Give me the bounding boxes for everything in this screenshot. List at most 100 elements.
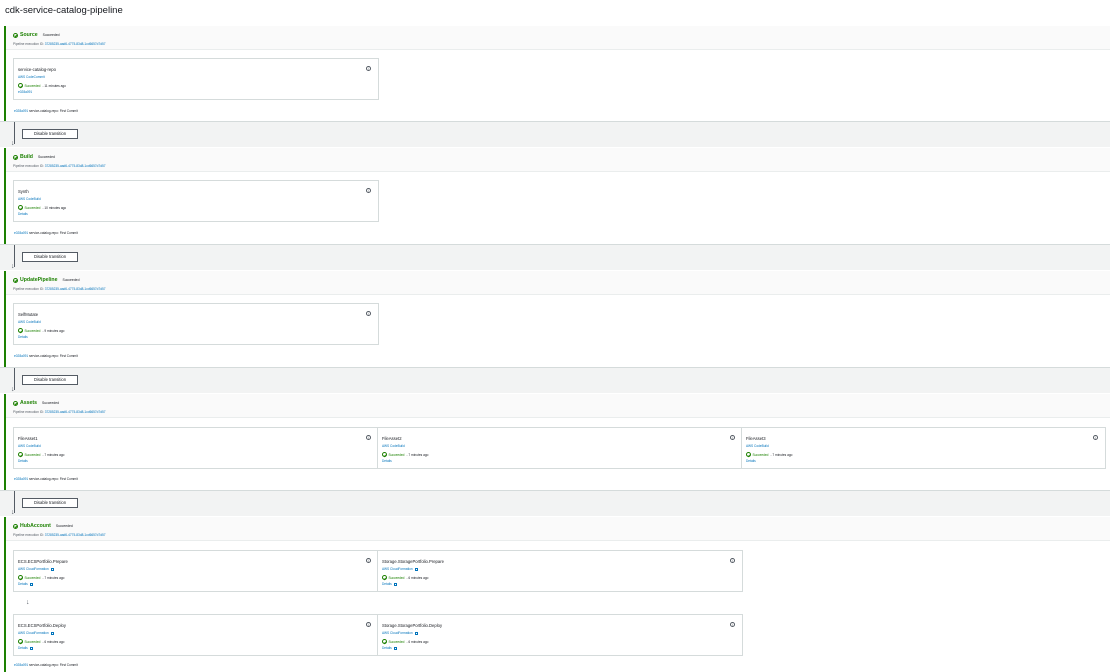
stage-header: HubAccount Succeeded Pipeline execution … xyxy=(6,517,1110,541)
stage-source: Source Succeeded Pipeline execution ID: … xyxy=(4,26,1110,121)
disable-transition-button[interactable]: Disable transition xyxy=(22,498,78,508)
stage-assets: Assets Succeeded Pipeline execution ID: … xyxy=(4,394,1110,490)
action-name: ECS.ECSPortfolio.Prepare xyxy=(18,559,68,564)
info-icon[interactable]: i xyxy=(366,558,371,563)
info-icon[interactable]: i xyxy=(366,188,371,193)
action-time: - 6 minutes ago xyxy=(406,639,429,644)
action-time: - 11 minutes ago xyxy=(42,83,66,88)
stage-header: Build Succeeded Pipeline execution ID: 3… xyxy=(6,148,1110,172)
success-icon xyxy=(746,452,751,457)
action-card: Storage.StoragePortfolio.Deploy AWS Clou… xyxy=(377,614,743,656)
info-icon[interactable]: i xyxy=(366,66,371,71)
execution-id-link[interactable]: 37285235-aad6-4775-83d8-1cd6657d7d57 xyxy=(45,533,106,537)
details-link[interactable]: Details xyxy=(18,582,28,586)
commit-id-link[interactable]: e028a091 xyxy=(14,477,28,481)
commit-id-link[interactable]: e028a091 xyxy=(14,109,28,113)
action-provider-link[interactable]: AWS CodeBuild xyxy=(382,444,405,448)
details-link[interactable]: Details xyxy=(382,459,392,463)
commit-id-link[interactable]: e028a091 xyxy=(14,231,28,235)
external-link-icon[interactable] xyxy=(414,631,418,635)
action-status: Succeeded xyxy=(24,83,41,88)
commit-message: service-catalog-repo: First Commit xyxy=(29,354,78,358)
details-link[interactable]: Details xyxy=(18,646,28,650)
stage-header: Assets Succeeded Pipeline execution ID: … xyxy=(6,394,1110,418)
execution-id-link[interactable]: 37285235-aad6-4775-83d8-1cd6657d7d57 xyxy=(45,410,106,414)
info-icon[interactable]: i xyxy=(366,622,371,627)
action-name: service-catalog-repo xyxy=(18,67,56,72)
external-link-icon[interactable] xyxy=(29,582,33,586)
external-link-icon[interactable] xyxy=(29,646,33,650)
details-link[interactable]: Details xyxy=(382,582,392,586)
execution-label: Pipeline execution ID: xyxy=(13,164,44,168)
stage-status: Succeeded xyxy=(62,278,80,282)
info-icon[interactable]: i xyxy=(730,558,735,563)
action-status: Succeeded xyxy=(388,575,405,580)
action-status: Succeeded xyxy=(24,575,41,580)
commit-message: service-catalog-repo: First Commit xyxy=(29,663,78,667)
action-time: - 6 minutes ago xyxy=(42,639,65,644)
action-provider-link[interactable]: AWS CodeBuild xyxy=(18,320,41,324)
execution-id-link[interactable]: 37285235-aad6-4775-83d8-1cd6657d7d57 xyxy=(45,164,106,168)
action-card: Synth AWS CodeBuild Succeeded - 10 minut… xyxy=(13,180,379,222)
commit-message: service-catalog-repo: First Commit xyxy=(29,109,78,113)
action-provider-link[interactable]: AWS CloudFormation xyxy=(18,631,49,635)
info-icon[interactable]: i xyxy=(730,435,735,440)
action-provider-link[interactable]: AWS CodeBuild xyxy=(746,444,769,448)
success-icon xyxy=(382,452,387,457)
details-link[interactable]: Details xyxy=(18,335,28,339)
action-card: FileAsset2 AWS CodeBuild Succeeded - 7 m… xyxy=(377,427,743,469)
external-link-icon[interactable] xyxy=(393,582,397,586)
action-provider-link[interactable]: AWS CodeBuild xyxy=(18,197,41,201)
disable-transition-button[interactable]: Disable transition xyxy=(22,129,78,139)
info-icon[interactable]: i xyxy=(366,311,371,316)
execution-id-link[interactable]: 37285235-aad6-4775-83d8-1cd6657d7d57 xyxy=(45,42,106,46)
action-status: Succeeded xyxy=(24,452,41,457)
stage-header: Source Succeeded Pipeline execution ID: … xyxy=(6,26,1110,50)
action-provider-link[interactable]: AWS CloudFormation xyxy=(382,567,413,571)
info-icon[interactable]: i xyxy=(730,622,735,627)
info-icon[interactable]: i xyxy=(1093,435,1098,440)
action-provider-link[interactable]: AWS CloudFormation xyxy=(382,631,413,635)
action-name: Storage.StoragePortfolio.Deploy xyxy=(382,623,443,628)
action-status: Succeeded xyxy=(388,639,405,644)
stage-build: Build Succeeded Pipeline execution ID: 3… xyxy=(4,148,1110,244)
action-card: Storage.StoragePortfolio.Prepare AWS Clo… xyxy=(377,550,743,592)
commit-id-link[interactable]: e028a091 xyxy=(14,354,28,358)
success-icon xyxy=(382,575,387,580)
action-card: service-catalog-repo AWS CodeCommit Succ… xyxy=(13,58,379,100)
execution-id-link[interactable]: 37285235-aad6-4775-83d8-1cd6657d7d57 xyxy=(45,287,106,291)
action-provider-link[interactable]: AWS CodeCommit xyxy=(18,75,45,79)
details-link[interactable]: Details xyxy=(18,212,28,216)
details-link[interactable]: Details xyxy=(382,646,392,650)
action-status: Succeeded xyxy=(24,205,41,210)
info-icon[interactable]: i xyxy=(366,435,371,440)
disable-transition-button[interactable]: Disable transition xyxy=(22,252,78,262)
external-link-icon[interactable] xyxy=(50,631,54,635)
details-link[interactable]: Details xyxy=(18,459,28,463)
action-time: - 10 minutes ago xyxy=(42,205,67,210)
action-name: FileAsset3 xyxy=(746,436,766,441)
stage-hub-account: HubAccount Succeeded Pipeline execution … xyxy=(4,517,1110,672)
external-link-icon[interactable] xyxy=(414,567,418,571)
commit-message: service-catalog-repo: First Commit xyxy=(29,231,78,235)
stage-name: Build xyxy=(20,154,33,160)
execution-label: Pipeline execution ID: xyxy=(13,287,44,291)
commit-id-link[interactable]: e028a091 xyxy=(14,663,28,667)
arrow-down-icon: ↓ xyxy=(11,509,15,516)
action-name: SelfMutate xyxy=(18,312,39,317)
external-link-icon[interactable] xyxy=(50,567,54,571)
action-time: - 7 minutes ago xyxy=(770,452,793,457)
action-provider-link[interactable]: AWS CloudFormation xyxy=(18,567,49,571)
success-icon xyxy=(18,452,23,457)
success-icon xyxy=(18,639,23,644)
action-time: - 7 minutes ago xyxy=(42,452,65,457)
action-provider-link[interactable]: AWS CodeBuild xyxy=(18,444,41,448)
disable-transition-button[interactable]: Disable transition xyxy=(22,375,78,385)
transition-4: ↓ Disable transition xyxy=(0,490,1110,516)
success-icon xyxy=(18,83,23,88)
details-link[interactable]: Details xyxy=(746,459,756,463)
success-icon xyxy=(382,639,387,644)
action-commit-link[interactable]: e028a091 xyxy=(18,90,32,94)
external-link-icon[interactable] xyxy=(393,646,397,650)
action-name: FileAsset2 xyxy=(382,436,402,441)
